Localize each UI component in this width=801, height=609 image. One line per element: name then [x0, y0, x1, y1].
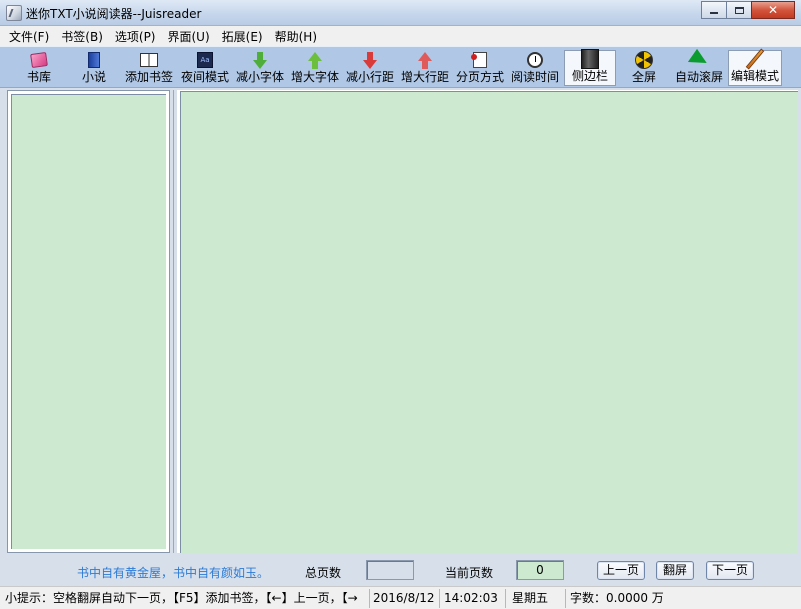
night-mode-label: 夜间模式: [180, 70, 229, 84]
novel-icon: [88, 52, 100, 68]
reading-time-button[interactable]: 阅读时间: [509, 50, 561, 86]
total-pages-field: [366, 560, 414, 580]
auto-scroll-button[interactable]: 自动滚屏: [673, 48, 725, 86]
night-mode-icon: Aa: [197, 52, 213, 68]
arrow-down-icon: [253, 51, 267, 69]
page-mode-button[interactable]: 分页方式: [454, 50, 506, 86]
increase-line-spacing-label: 增大行距: [400, 70, 449, 84]
library-icon: [30, 51, 48, 69]
app-icon: [6, 5, 22, 21]
fullscreen-icon: [635, 51, 653, 69]
window-title: 迷你TXT小说阅读器--Juisreader: [26, 7, 202, 21]
motto-text: 书中自有黄金屋，书中自有颜如玉。: [77, 566, 270, 580]
add-bookmark-icon: [140, 53, 158, 67]
status-hint: 小提示：空格翻屏自动下一页，【F5】添加书签，【←】上一页，【→: [2, 589, 370, 608]
sidebar-panel[interactable]: [7, 90, 170, 553]
arrow-down-icon: [363, 51, 377, 69]
current-page-label: 当前页数: [445, 566, 494, 580]
clock-icon: [527, 52, 543, 68]
prev-page-button[interactable]: 上一页: [597, 561, 645, 580]
fullscreen-button[interactable]: 全屏: [627, 50, 661, 86]
edit-mode-icon: [745, 48, 765, 70]
auto-scroll-icon: [687, 48, 711, 72]
page-mode-label: 分页方式: [455, 70, 504, 84]
reading-time-label: 阅读时间: [510, 70, 559, 84]
menu-extend[interactable]: 拓展(E): [217, 28, 268, 45]
night-mode-button[interactable]: Aa 夜间模式: [179, 50, 231, 86]
add-bookmark-label: 添加书签: [124, 70, 173, 84]
panel-splitter[interactable]: [170, 90, 176, 553]
status-bar: 小提示：空格翻屏自动下一页，【F5】添加书签，【←】上一页，【→ 2016/8/…: [0, 586, 801, 609]
novel-button[interactable]: 小说: [77, 50, 111, 86]
toolbar: 书库 小说 添加书签 Aa 夜间模式 减小字体 增大字体 减小行距 增大行距 分…: [0, 46, 801, 88]
increase-font-label: 增大字体: [290, 70, 339, 84]
novel-label: 小说: [81, 70, 106, 84]
total-pages-label: 总页数: [305, 566, 342, 580]
maximize-button[interactable]: [726, 1, 752, 19]
maximize-icon: [734, 6, 744, 14]
sidebar-label: 侧边栏: [571, 69, 608, 83]
status-date: 2016/8/12: [370, 589, 440, 608]
increase-line-spacing-button[interactable]: 增大行距: [399, 50, 451, 86]
add-bookmark-button[interactable]: 添加书签: [123, 50, 175, 86]
decrease-font-button[interactable]: 减小字体: [234, 50, 286, 86]
close-button[interactable]: ✕: [751, 1, 795, 19]
page-mode-icon: [471, 52, 487, 68]
edit-mode-label: 编辑模式: [730, 69, 779, 83]
menu-interface[interactable]: 界面(U): [163, 28, 215, 45]
status-time: 14:02:03: [440, 589, 506, 608]
arrow-up-icon: [418, 51, 432, 69]
fullscreen-label: 全屏: [631, 70, 656, 84]
window-controls: ✕: [701, 1, 795, 20]
reading-area[interactable]: [177, 90, 798, 553]
arrow-up-icon: [308, 51, 322, 69]
menu-file[interactable]: 文件(F): [4, 28, 54, 45]
sidebar-icon: [581, 49, 599, 69]
title-bar[interactable]: 迷你TXT小说阅读器--Juisreader ✕: [0, 0, 801, 26]
minimize-button[interactable]: [701, 1, 727, 19]
current-page-field[interactable]: 0: [516, 560, 564, 580]
library-button[interactable]: 书库: [22, 50, 56, 86]
main-area: [0, 88, 801, 554]
next-page-button[interactable]: 下一页: [706, 561, 754, 580]
edit-mode-button[interactable]: 编辑模式: [728, 48, 782, 86]
menu-help[interactable]: 帮助(H): [270, 28, 322, 45]
increase-font-button[interactable]: 增大字体: [289, 50, 341, 86]
close-icon: ✕: [767, 3, 779, 17]
decrease-line-spacing-label: 减小行距: [345, 70, 394, 84]
decrease-font-label: 减小字体: [235, 70, 284, 84]
page-navigation-bar: 书中自有黄金屋，书中自有颜如玉。 总页数 当前页数 0 上一页 翻屏 下一页: [0, 554, 801, 586]
flip-screen-button[interactable]: 翻屏: [656, 561, 694, 580]
status-weekday: 星期五: [506, 589, 566, 608]
menu-bookmark[interactable]: 书签(B): [56, 28, 108, 45]
auto-scroll-label: 自动滚屏: [674, 70, 723, 84]
decrease-line-spacing-button[interactable]: 减小行距: [344, 50, 396, 86]
minimize-icon: [710, 12, 718, 14]
menu-options[interactable]: 选项(P): [110, 28, 161, 45]
status-word-count: 字数：0.0000 万: [570, 591, 664, 605]
library-label: 书库: [26, 70, 51, 84]
sidebar-toggle-button[interactable]: 侧边栏: [564, 49, 616, 86]
menu-bar: 文件(F) 书签(B) 选项(P) 界面(U) 拓展(E) 帮助(H): [0, 26, 801, 46]
